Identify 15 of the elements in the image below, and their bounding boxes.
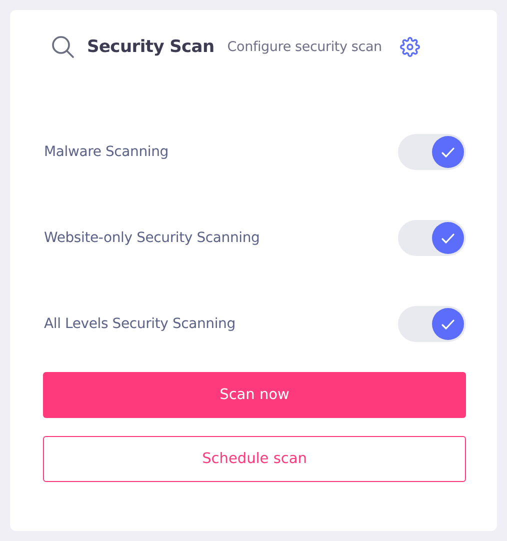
scan-button[interactable]: Scan now [43,372,466,418]
option-label: Website-only Security Scanning [44,230,260,246]
check-icon [441,232,455,244]
panel-title: Security Scan [87,37,214,57]
settings-icon[interactable] [400,37,420,57]
check-icon [441,146,455,158]
search-icon [51,35,75,59]
toggle-switch[interactable] [398,134,466,170]
option-label: All Levels Security Scanning [44,316,236,332]
schedule-button[interactable]: Schedule scan [43,436,466,482]
panel-subtitle: Configure security scan [227,39,382,55]
check-icon [441,318,455,330]
toggle-switch[interactable] [398,220,466,256]
option-label: Malware Scanning [44,144,168,160]
toggle-switch[interactable] [398,306,466,342]
